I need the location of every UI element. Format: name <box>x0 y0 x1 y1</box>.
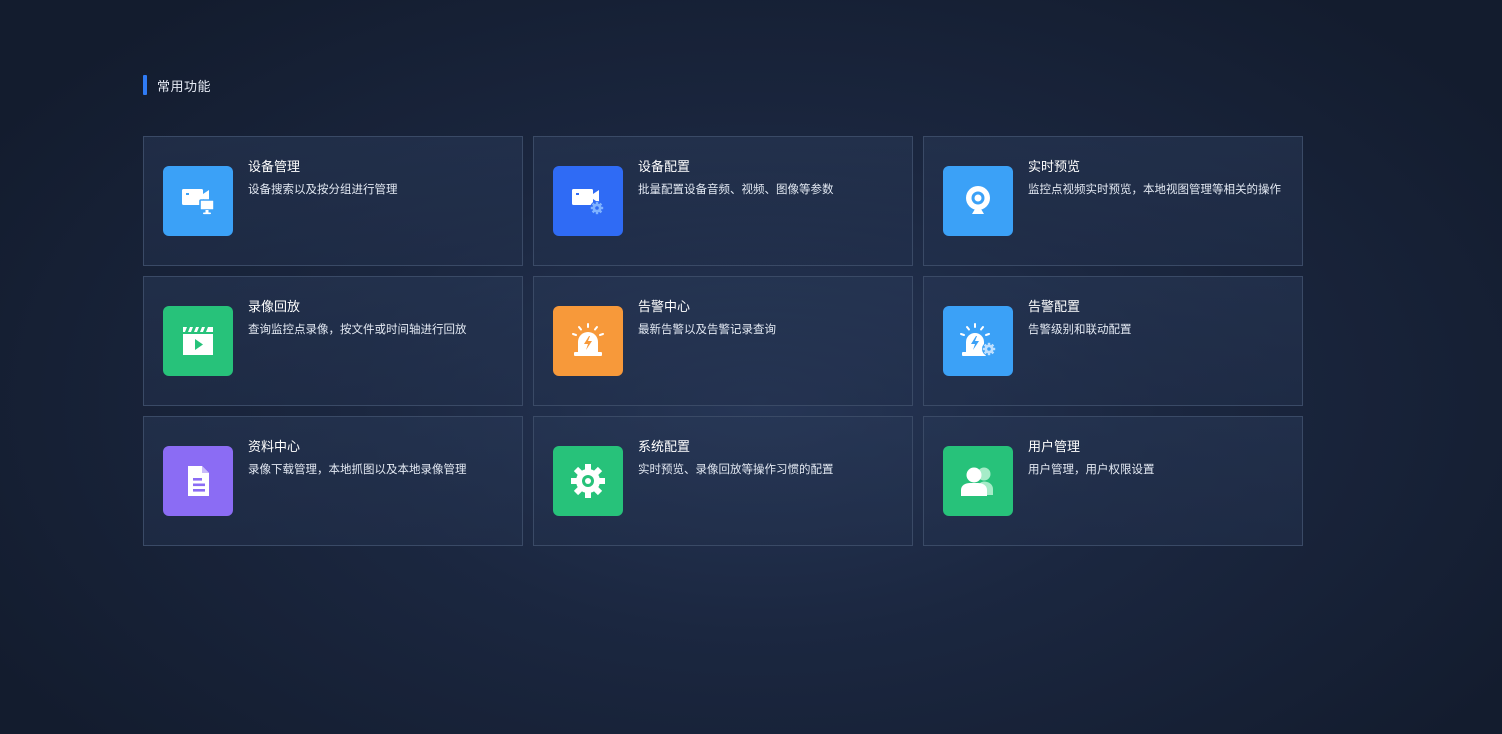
card-description: 查询监控点录像，按文件或时间轴进行回放 <box>248 322 467 336</box>
function-grid: 设备管理 设备搜索以及按分组进行管理 设备配置 批量配置设备音频、视频、图像等参… <box>143 136 1303 546</box>
card-text: 录像回放 查询监控点录像，按文件或时间轴进行回放 <box>248 299 506 338</box>
card-text: 资料中心 录像下载管理，本地抓图以及本地录像管理 <box>248 439 506 478</box>
card-title: 系统配置 <box>638 440 691 455</box>
card-text: 告警中心 最新告警以及告警记录查询 <box>638 299 896 338</box>
card-alarm-center[interactable]: 告警中心 最新告警以及告警记录查询 <box>533 276 913 406</box>
webcam-icon <box>943 166 1013 236</box>
card-title: 录像回放 <box>248 300 301 315</box>
card-text: 设备管理 设备搜索以及按分组进行管理 <box>248 159 506 198</box>
card-title: 设备管理 <box>248 160 301 175</box>
card-description: 最新告警以及告警记录查询 <box>638 322 776 336</box>
card-description: 批量配置设备音频、视频、图像等参数 <box>638 182 834 196</box>
section-title: 常用功能 <box>157 79 212 95</box>
card-title: 设备配置 <box>638 160 691 175</box>
card-resource-center[interactable]: 资料中心 录像下载管理，本地抓图以及本地录像管理 <box>143 416 523 546</box>
card-alarm-config[interactable]: 告警配置 告警级别和联动配置 <box>923 276 1303 406</box>
card-title: 资料中心 <box>248 440 301 455</box>
card-description: 实时预览、录像回放等操作习惯的配置 <box>638 462 834 476</box>
section-header: 常用功能 <box>143 75 211 95</box>
card-device-management[interactable]: 设备管理 设备搜索以及按分组进行管理 <box>143 136 523 266</box>
card-user-management[interactable]: 用户管理 用户管理，用户权限设置 <box>923 416 1303 546</box>
card-live-preview[interactable]: 实时预览 监控点视频实时预览，本地视图管理等相关的操作 <box>923 136 1303 266</box>
users-icon <box>943 446 1013 516</box>
gear-icon <box>553 446 623 516</box>
camera-monitor-icon <box>163 166 233 236</box>
camera-gear-icon <box>553 166 623 236</box>
card-title: 实时预览 <box>1028 160 1081 175</box>
clapperboard-play-icon <box>163 306 233 376</box>
alarm-light-icon <box>553 306 623 376</box>
document-icon <box>163 446 233 516</box>
card-device-config[interactable]: 设备配置 批量配置设备音频、视频、图像等参数 <box>533 136 913 266</box>
card-title: 用户管理 <box>1028 440 1081 455</box>
card-title: 告警中心 <box>638 300 691 315</box>
card-description: 监控点视频实时预览，本地视图管理等相关的操作 <box>1028 182 1281 196</box>
card-title: 告警配置 <box>1028 300 1081 315</box>
card-description: 用户管理，用户权限设置 <box>1028 462 1155 476</box>
card-text: 实时预览 监控点视频实时预览，本地视图管理等相关的操作 <box>1028 159 1286 198</box>
card-text: 系统配置 实时预览、录像回放等操作习惯的配置 <box>638 439 896 478</box>
section-accent-bar <box>143 75 147 95</box>
card-text: 设备配置 批量配置设备音频、视频、图像等参数 <box>638 159 896 198</box>
card-system-config[interactable]: 系统配置 实时预览、录像回放等操作习惯的配置 <box>533 416 913 546</box>
card-description: 告警级别和联动配置 <box>1028 322 1132 336</box>
card-description: 设备搜索以及按分组进行管理 <box>248 182 398 196</box>
card-description: 录像下载管理，本地抓图以及本地录像管理 <box>248 462 467 476</box>
alarm-gear-icon <box>943 306 1013 376</box>
card-text: 用户管理 用户管理，用户权限设置 <box>1028 439 1286 478</box>
card-text: 告警配置 告警级别和联动配置 <box>1028 299 1286 338</box>
card-playback[interactable]: 录像回放 查询监控点录像，按文件或时间轴进行回放 <box>143 276 523 406</box>
